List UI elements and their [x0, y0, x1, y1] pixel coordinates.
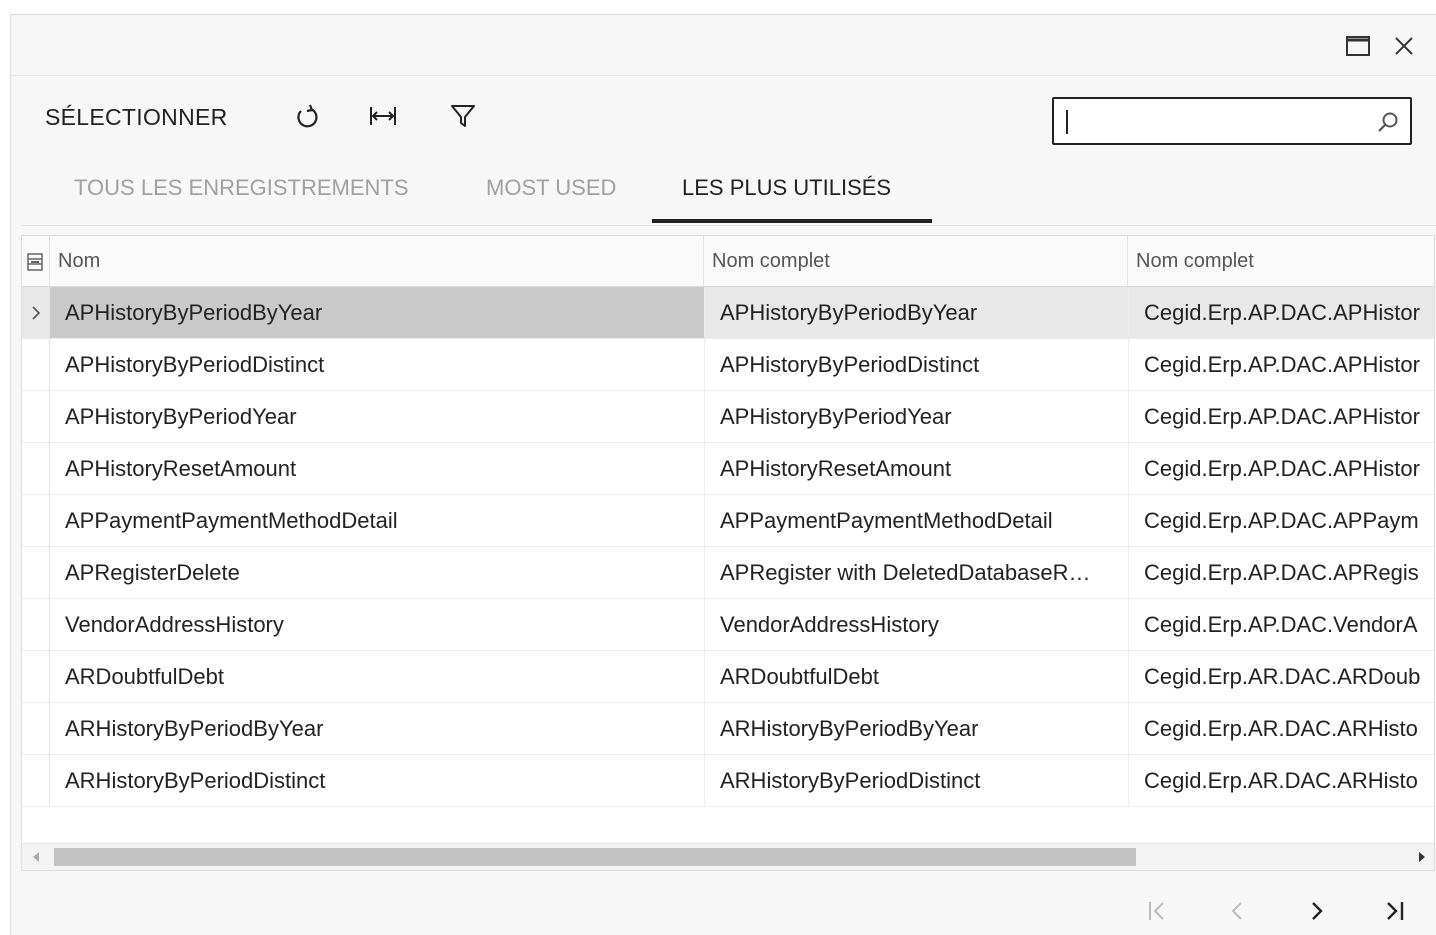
current-row-indicator [22, 287, 50, 338]
cell-nom: APHistoryByPeriodDistinct [65, 352, 325, 377]
table-row[interactable]: ARDoubtfulDebt ARDoubtfulDebt Cegid.Erp.AR… [22, 651, 1434, 703]
cell-nom-complet: APPaymentPaymentMethodDetail [704, 495, 1128, 546]
cell-nom-complet-2: Cegid.Erp.AR.DAC.ARDoub [1128, 651, 1434, 702]
cell-nom: APPaymentPaymentMethodDetail [65, 508, 398, 533]
cell-nom-complet: APHistoryByPeriodDistinct [704, 339, 1128, 390]
table-row[interactable]: APHistoryByPeriodDistinct APHistoryByPeri… [22, 339, 1434, 391]
text-caret [1066, 110, 1068, 134]
header-nom[interactable]: Nom [50, 236, 704, 286]
selector-dialog: SÉLECTIONNER TOUS LES ENREGISTREMENTS MO… [10, 14, 1436, 935]
row-gutter [22, 651, 50, 702]
next-page-icon[interactable] [1297, 891, 1337, 931]
chevron-right-icon [31, 305, 40, 320]
close-icon[interactable] [1391, 33, 1417, 59]
maximize-icon[interactable] [1345, 33, 1371, 59]
cell-nom-complet: ARHistoryByPeriodByYear [704, 703, 1128, 754]
cell-nom: ARHistoryByPeriodByYear [65, 716, 324, 741]
search-box[interactable] [1052, 97, 1412, 145]
table-row[interactable]: APHistoryResetAmount APHistoryResetAmount… [22, 443, 1434, 495]
scroll-right-icon[interactable] [1418, 850, 1426, 868]
cell-nom-complet: ARDoubtfulDebt [704, 651, 1128, 702]
cell-nom-complet-2: Cegid.Erp.AP.DAC.APHistor [1128, 391, 1434, 442]
cell-nom-complet: VendorAddressHistory [704, 599, 1128, 650]
cell-nom-complet: APHistoryByPeriodYear [704, 391, 1128, 442]
table-row[interactable]: ARHistoryByPeriodDistinct ARHistoryByPeri… [22, 755, 1434, 807]
cell-nom: APHistoryByPeriodByYear [50, 287, 704, 338]
row-gutter [22, 599, 50, 650]
cell-nom-complet-2: Cegid.Erp.AR.DAC.ARHisto [1128, 755, 1434, 806]
cell-nom: APHistoryResetAmount [65, 456, 297, 481]
refresh-icon[interactable] [292, 101, 322, 131]
cell-nom-complet: APHistoryResetAmount [704, 443, 1128, 494]
tab-all-records[interactable]: TOUS LES ENREGISTREMENTS [74, 175, 409, 201]
cell-nom-complet-2: Cegid.Erp.AR.DAC.ARHisto [1128, 703, 1434, 754]
cell-nom: ARDoubtfulDebt [65, 664, 224, 689]
table-row[interactable]: APRegisterDelete APRegister with DeletedD… [22, 547, 1434, 599]
search-icon[interactable] [1376, 110, 1400, 139]
scrollbar-thumb[interactable] [54, 848, 1136, 866]
toolbar: SÉLECTIONNER [11, 77, 1436, 157]
scroll-left-icon[interactable] [32, 850, 40, 868]
active-tab-indicator [652, 219, 932, 223]
cell-nom-complet-2: Cegid.Erp.AP.DAC.APPaym [1128, 495, 1434, 546]
cell-nom: ARHistoryByPeriodDistinct [65, 768, 326, 793]
table-row[interactable]: APHistoryByPeriodYear APHistoryByPeriodYe… [22, 391, 1434, 443]
table-row[interactable]: ARHistoryByPeriodByYear ARHistoryByPeriod… [22, 703, 1434, 755]
cell-nom-complet-2: Cegid.Erp.AP.DAC.APRegis [1128, 547, 1434, 598]
column-settings-icon[interactable] [22, 236, 50, 286]
cell-nom-complet-2: Cegid.Erp.AP.DAC.APHistor [1128, 287, 1434, 338]
first-page-icon[interactable] [1137, 891, 1177, 931]
cell-nom: APHistoryByPeriodYear [65, 404, 297, 429]
table-row[interactable]: VendorAddressHistory VendorAddressHistory… [22, 599, 1434, 651]
row-gutter [22, 391, 50, 442]
prev-page-icon[interactable] [1217, 891, 1257, 931]
tab-most-used[interactable]: MOST USED [486, 175, 616, 201]
cell-nom: APRegisterDelete [65, 560, 240, 585]
row-gutter [22, 495, 50, 546]
last-page-icon[interactable] [1375, 891, 1415, 931]
header-nom-complet-2[interactable]: Nom complet [1128, 236, 1434, 286]
row-gutter [22, 703, 50, 754]
select-button[interactable]: SÉLECTIONNER [45, 104, 228, 131]
fit-columns-icon[interactable] [368, 101, 398, 131]
table-row[interactable]: APPaymentPaymentMethodDetail APPaymentPay… [22, 495, 1434, 547]
grid-header: Nom Nom complet Nom complet [22, 236, 1434, 287]
tab-bar: TOUS LES ENREGISTREMENTS MOST USED LES P… [21, 163, 1436, 226]
cell-nom-complet-2: Cegid.Erp.AP.DAC.APHistor [1128, 339, 1434, 390]
records-grid: Nom Nom complet Nom complet APHistoryByP… [21, 235, 1435, 871]
search-input[interactable] [1062, 105, 1366, 139]
cell-nom-complet: APRegister with DeletedDatabaseR… [704, 547, 1128, 598]
row-gutter [22, 339, 50, 390]
row-gutter [22, 443, 50, 494]
dialog-titlebar [11, 15, 1436, 76]
row-gutter [22, 547, 50, 598]
cell-nom-complet: ARHistoryByPeriodDistinct [704, 755, 1128, 806]
cell-nom-complet-2: Cegid.Erp.AP.DAC.VendorA [1128, 599, 1434, 650]
filter-icon[interactable] [448, 101, 478, 131]
cell-nom-complet: APHistoryByPeriodByYear [704, 287, 1128, 338]
row-gutter [22, 755, 50, 806]
horizontal-scrollbar[interactable] [22, 843, 1434, 870]
tab-les-plus-utilises[interactable]: LES PLUS UTILISÉS [682, 175, 891, 201]
cell-nom: VendorAddressHistory [65, 612, 284, 637]
header-nom-complet[interactable]: Nom complet [704, 236, 1128, 286]
table-row[interactable]: APHistoryByPeriodByYear APHistoryByPeriod… [22, 287, 1434, 339]
cell-nom-complet-2: Cegid.Erp.AP.DAC.APHistor [1128, 443, 1434, 494]
